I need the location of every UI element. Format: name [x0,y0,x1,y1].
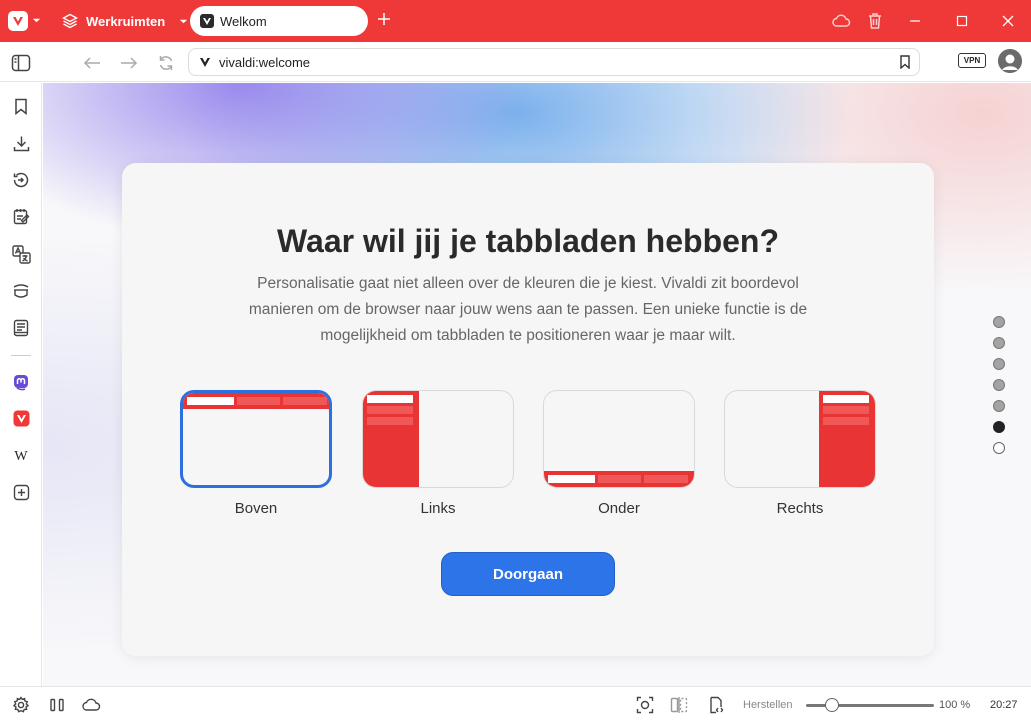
add-web-panel-icon[interactable] [10,481,32,503]
mail-panel-icon[interactable] [10,280,32,302]
active-tab-preview [187,397,234,405]
tab-title: Welkom [220,13,267,29]
new-tab-icon[interactable] [376,11,392,27]
tab-preview [367,406,413,414]
forward-icon[interactable] [118,52,140,74]
tab-preview [823,406,869,414]
tabbar-preview [183,393,329,409]
active-tab-preview [548,475,595,483]
cloud-icon[interactable] [830,10,852,32]
profile-avatar[interactable] [998,49,1022,73]
tab-preview [598,475,641,483]
panel-toggle-icon[interactable] [10,52,32,74]
tab-position-label: Rechts [776,500,824,517]
address-bar[interactable]: vivaldi:welcome [188,48,920,76]
tabbar-preview [544,471,694,487]
page-description: Personalisatie gaat niet alleen over de … [248,275,808,344]
chevron-down-icon [180,19,188,23]
tiling-icon[interactable] [669,695,689,715]
vpn-button[interactable]: VPN [958,53,986,68]
tab-position-left-preview [362,390,514,488]
tab-position-bottom-preview [543,390,695,488]
vivaldi-site-icon [200,58,210,67]
tab-position-top[interactable]: Boven [180,390,332,517]
zoom-slider[interactable] [806,698,934,712]
tab-welkom[interactable]: Welkom [190,6,368,36]
notes-panel-icon[interactable] [10,205,32,227]
settings-gear-icon[interactable] [11,695,31,715]
history-panel-icon[interactable] [10,169,32,191]
tab-position-label: Boven [234,500,278,517]
reading-list-panel-icon[interactable] [10,317,32,339]
tabbar-preview [363,391,419,487]
side-panel-divider [11,355,31,356]
step-indicator [993,316,1007,463]
workspaces-button[interactable]: Werkruimten [62,10,188,32]
mastodon-panel-icon[interactable] [10,371,32,393]
step-dot[interactable] [993,358,1005,370]
tab-preview [823,417,869,425]
step-dot[interactable] [993,400,1005,412]
tab-position-left[interactable]: Links [362,390,514,517]
tab-preview [367,417,413,425]
tab-position-right[interactable]: Rechts [724,390,876,517]
tab-preview [283,397,327,405]
tab-position-label: Links [420,500,456,517]
zoom-slider-handle[interactable] [824,698,839,712]
close-icon[interactable] [997,10,1019,32]
side-panel: W [0,83,42,686]
clock: 20:27 [990,699,1018,711]
capture-icon[interactable] [635,695,655,715]
tab-position-label: Onder [598,500,640,517]
workspaces-label: Werkruimten [86,13,166,29]
layers-icon [62,13,78,29]
welcome-page: Waar wil jij je tabbladen hebben? Person… [43,83,1031,686]
step-dot[interactable] [993,442,1005,454]
active-tab-preview [823,395,869,403]
tab-preview [237,397,280,405]
downloads-panel-icon[interactable] [10,132,32,154]
step-dot[interactable] [993,337,1005,349]
back-icon[interactable] [81,52,103,74]
minimize-icon[interactable] [904,10,926,32]
maximize-icon[interactable] [951,10,973,32]
vivaldi-panel-icon[interactable] [10,407,32,429]
onboarding-card: Waar wil jij je tabbladen hebben? Person… [122,163,934,656]
step-dot[interactable] [993,379,1005,391]
tabbar-preview [819,391,875,487]
trash-icon[interactable] [864,10,886,32]
url-text: vivaldi:welcome [219,54,311,70]
zoom-level: 100 % [939,699,971,711]
tab-position-top-preview [180,390,332,488]
wikipedia-panel-icon[interactable]: W [10,444,32,466]
sync-cloud-icon[interactable] [81,695,101,715]
tab-position-bottom[interactable]: Onder [543,390,695,517]
status-bar: Herstellen 100 % 20:27 [0,686,1031,722]
tab-position-right-preview [724,390,876,488]
tab-preview [644,475,688,483]
zoom-reset-button[interactable]: Herstellen [743,699,793,711]
tile-pause-icon[interactable] [47,695,67,715]
continue-button[interactable]: Doorgaan [441,552,615,596]
page-actions-icon[interactable] [706,695,726,715]
step-dot[interactable] [993,316,1005,328]
bookmark-icon[interactable] [899,55,911,69]
address-toolbar: vivaldi:welcome [0,42,1031,82]
bookmarks-panel-icon[interactable] [10,95,32,117]
active-tab-preview [367,395,413,403]
chevron-down-icon[interactable] [32,16,41,25]
vivaldi-favicon-icon [200,14,214,28]
vivaldi-menu-icon[interactable] [8,11,28,31]
title-bar: Werkruimten Welkom [0,0,1031,42]
reload-icon[interactable] [155,52,177,74]
step-dot-current[interactable] [993,421,1005,433]
page-title: Waar wil jij je tabbladen hebben? [277,223,779,259]
svg-text:W: W [14,449,28,462]
translate-panel-icon[interactable] [10,243,32,265]
